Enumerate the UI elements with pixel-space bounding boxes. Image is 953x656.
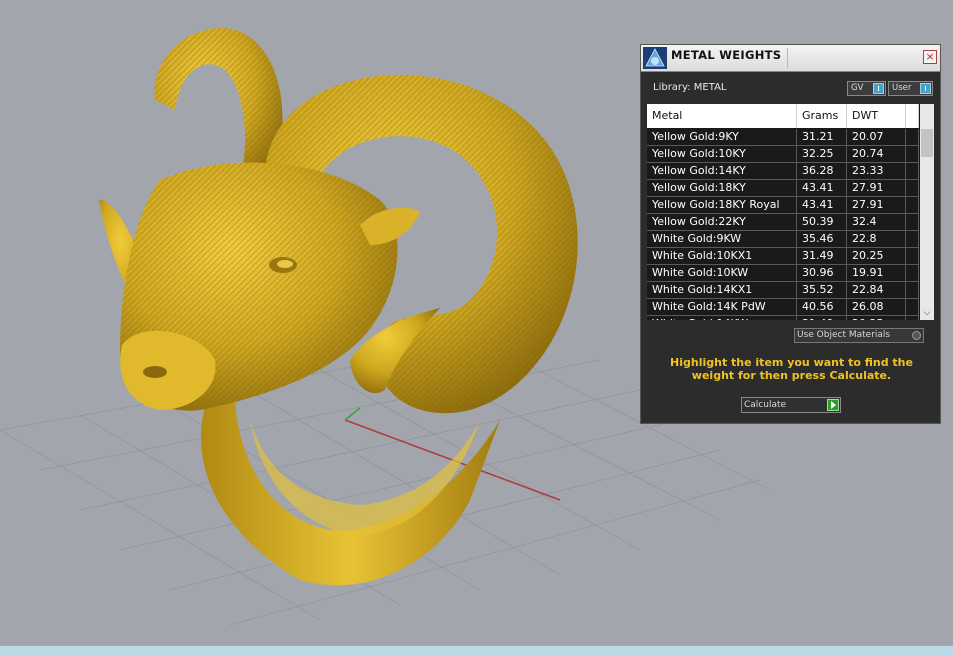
dwt-cell: 19.91 xyxy=(847,265,906,281)
dwt-cell: 27.91 xyxy=(847,197,906,213)
table-row[interactable]: Yellow Gold:10KY 32.25 20.74 xyxy=(647,146,919,163)
row-spacer xyxy=(906,316,919,320)
use-object-materials-label: Use Object Materials xyxy=(797,330,891,340)
table-row[interactable]: White Gold:14KW31.4920.25 xyxy=(647,316,919,320)
grams-cell: 35.46 xyxy=(797,231,847,247)
column-header-dwt[interactable]: DWT xyxy=(847,104,906,128)
row-spacer xyxy=(906,163,919,179)
metal-cell: Yellow Gold:14KY xyxy=(647,163,797,179)
grams-cell: 35.52 xyxy=(797,282,847,298)
dwt-cell: 20.74 xyxy=(847,146,906,162)
grams-cell: 36.28 xyxy=(797,163,847,179)
use-object-materials-toggle[interactable]: Use Object Materials xyxy=(794,328,924,343)
radio-icon xyxy=(912,331,921,340)
row-spacer xyxy=(906,146,919,162)
dwt-cell: 27.91 xyxy=(847,180,906,196)
metal-cell: White Gold:14K PdW xyxy=(647,299,797,315)
row-spacer xyxy=(906,265,919,281)
row-spacer xyxy=(906,282,919,298)
user-toggle-label: User xyxy=(892,83,912,93)
grams-cell: 30.96 xyxy=(797,265,847,281)
row-spacer xyxy=(906,248,919,264)
column-header-metal[interactable]: Metal xyxy=(647,104,797,128)
metal-cell: White Gold:14KX1 xyxy=(647,282,797,298)
grams-cell: 43.41 xyxy=(797,197,847,213)
row-spacer xyxy=(906,231,919,247)
metal-cell: White Gold:9KW xyxy=(647,231,797,247)
status-bar xyxy=(0,645,953,656)
metal-table: Metal Grams DWT Yellow Gold:9KY 31.21 20.0… xyxy=(647,104,934,320)
grams-cell: 40.56 xyxy=(797,299,847,315)
table-row[interactable]: White Gold:9KW 35.46 22.8 xyxy=(647,231,919,248)
grams-cell: 43.41 xyxy=(797,180,847,196)
gv-toggle-label: GV xyxy=(851,83,864,93)
user-toggle[interactable]: User xyxy=(888,81,933,96)
column-header-spacer xyxy=(906,104,919,128)
app-logo-icon xyxy=(643,47,667,69)
table-row[interactable]: Yellow Gold:18KY 43.41 27.91 xyxy=(647,180,919,197)
row-spacer xyxy=(906,129,919,145)
help-text: Highlight the item you want to find the … xyxy=(670,356,913,382)
table-row[interactable]: White Gold:10KX1 31.49 20.25 xyxy=(647,248,919,265)
table-row[interactable]: Yellow Gold:14KY 36.28 23.33 xyxy=(647,163,919,180)
metal-cell: Yellow Gold:10KY xyxy=(647,146,797,162)
panel-title: METAL WEIGHTS xyxy=(671,48,782,62)
metal-cell: White Gold:10KX1 xyxy=(647,248,797,264)
close-button[interactable]: × xyxy=(923,50,937,64)
chevron-down-icon[interactable]: ⌵ xyxy=(920,306,934,320)
metal-cell: Yellow Gold:18KY Royal xyxy=(647,197,797,213)
dwt-cell: 20.25 xyxy=(847,316,906,320)
table-row[interactable]: White Gold:10KW 30.96 19.91 xyxy=(647,265,919,282)
table-row[interactable]: White Gold:14KX1 35.52 22.84 xyxy=(647,282,919,299)
dwt-cell: 20.25 xyxy=(847,248,906,264)
grams-cell: 31.21 xyxy=(797,129,847,145)
table-body: Yellow Gold:9KY 31.21 20.07 Yellow Gold:10K… xyxy=(647,129,919,320)
row-spacer xyxy=(906,180,919,196)
metal-cell: Yellow Gold:18KY xyxy=(647,180,797,196)
table-row[interactable]: White Gold:14K PdW 40.56 26.08 xyxy=(647,299,919,316)
dwt-cell: 22.8 xyxy=(847,231,906,247)
dwt-cell: 20.07 xyxy=(847,129,906,145)
row-spacer xyxy=(906,299,919,315)
scroll-thumb[interactable] xyxy=(921,129,933,157)
toggle-knob-icon xyxy=(920,83,931,94)
metal-weights-panel: METAL WEIGHTS × Library: METAL GV User M… xyxy=(640,44,941,424)
row-spacer xyxy=(906,214,919,230)
table-row[interactable]: Yellow Gold:22KY 50.39 32.4 xyxy=(647,214,919,231)
toggle-knob-icon xyxy=(873,83,884,94)
panel-title-bar[interactable]: METAL WEIGHTS × xyxy=(641,45,940,72)
metal-cell: Yellow Gold:22KY xyxy=(647,214,797,230)
title-separator xyxy=(787,48,788,68)
dwt-cell: 32.4 xyxy=(847,214,906,230)
column-header-grams[interactable]: Grams xyxy=(797,104,847,128)
gv-toggle[interactable]: GV xyxy=(847,81,886,96)
calculate-label: Calculate xyxy=(744,400,787,410)
table-row[interactable]: Yellow Gold:9KY 31.21 20.07 xyxy=(647,129,919,146)
row-spacer xyxy=(906,197,919,213)
table-header: Metal Grams DWT xyxy=(647,104,919,128)
dwt-cell: 23.33 xyxy=(847,163,906,179)
metal-cell: White Gold:10KW xyxy=(647,265,797,281)
grams-cell: 31.49 xyxy=(797,316,847,320)
metal-cell: Yellow Gold:9KY xyxy=(647,129,797,145)
metal-cell: White Gold:14KW xyxy=(647,316,797,320)
dwt-cell: 22.84 xyxy=(847,282,906,298)
table-scrollbar[interactable]: ⌵ xyxy=(920,104,934,320)
dwt-cell: 26.08 xyxy=(847,299,906,315)
library-label: Library: METAL xyxy=(653,82,727,93)
play-arrow-icon xyxy=(827,399,839,411)
table-row[interactable]: Yellow Gold:18KY Royal 43.41 27.91 xyxy=(647,197,919,214)
grams-cell: 31.49 xyxy=(797,248,847,264)
calculate-button[interactable]: Calculate xyxy=(741,397,841,413)
grams-cell: 32.25 xyxy=(797,146,847,162)
grams-cell: 50.39 xyxy=(797,214,847,230)
